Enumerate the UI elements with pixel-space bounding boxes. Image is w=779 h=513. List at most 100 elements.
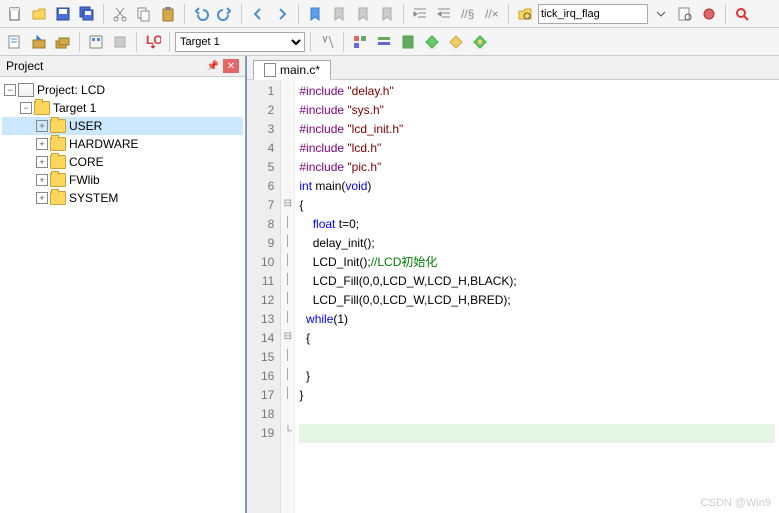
find-icon[interactable] bbox=[674, 3, 696, 25]
watermark: CSDN @Win9 bbox=[701, 497, 771, 509]
separator bbox=[241, 4, 242, 24]
manage-rte-icon[interactable] bbox=[469, 31, 491, 53]
batch-build-icon[interactable] bbox=[85, 31, 107, 53]
bookmark-prev-icon[interactable] bbox=[328, 3, 350, 25]
search-combo[interactable] bbox=[538, 4, 648, 24]
editor-tab-main[interactable]: main.c* bbox=[253, 60, 331, 80]
manage-project-icon[interactable] bbox=[349, 31, 371, 53]
code-line[interactable]: int main(void) bbox=[299, 177, 775, 196]
save-all-icon[interactable] bbox=[76, 3, 98, 25]
stop-build-icon[interactable] bbox=[109, 31, 131, 53]
uncomment-icon[interactable]: //× bbox=[481, 3, 503, 25]
separator bbox=[136, 32, 137, 52]
build-icon[interactable] bbox=[28, 31, 50, 53]
undo-icon[interactable] bbox=[190, 3, 212, 25]
bookmark-toggle-icon[interactable] bbox=[304, 3, 326, 25]
code-line[interactable] bbox=[299, 405, 775, 424]
code-line[interactable]: while(1) bbox=[299, 310, 775, 329]
close-icon[interactable]: ✕ bbox=[223, 59, 239, 73]
tree-target[interactable]: − Target 1 bbox=[2, 99, 243, 117]
target-select[interactable]: Target 1 bbox=[175, 32, 305, 52]
tree-folder[interactable]: + CORE bbox=[2, 153, 243, 171]
copy-icon[interactable] bbox=[133, 3, 155, 25]
tree-label: CORE bbox=[69, 155, 104, 169]
tree-folder[interactable]: +FWlib bbox=[2, 171, 243, 189]
code-line[interactable]: #include "sys.h" bbox=[299, 101, 775, 120]
tree-label: Project: LCD bbox=[37, 83, 105, 97]
editor-panel: main.c* 12345678910111213141516171819 ⊟│… bbox=[247, 56, 779, 513]
diamond-green-icon[interactable] bbox=[421, 31, 443, 53]
redo-icon[interactable] bbox=[214, 3, 236, 25]
code-line[interactable]: LCD_Fill(0,0,LCD_W,LCD_H,BLACK); bbox=[299, 272, 775, 291]
bookmark-next-icon[interactable] bbox=[352, 3, 374, 25]
code-line[interactable]: { bbox=[299, 329, 775, 348]
tree-folder[interactable]: +SYSTEM bbox=[2, 189, 243, 207]
toolbar-build: LOAD Target 1 bbox=[0, 28, 779, 56]
code-line[interactable]: { bbox=[299, 196, 775, 215]
diamond-yellow-icon[interactable] bbox=[445, 31, 467, 53]
folder-icon bbox=[50, 155, 66, 169]
code-area[interactable]: #include "delay.h"#include "sys.h"#inclu… bbox=[295, 80, 779, 513]
bookmark-clear-icon[interactable] bbox=[376, 3, 398, 25]
nav-forward-icon[interactable] bbox=[271, 3, 293, 25]
expand-icon[interactable]: + bbox=[36, 120, 48, 132]
tree-folder[interactable]: +USER bbox=[2, 117, 243, 135]
nav-back-icon[interactable] bbox=[247, 3, 269, 25]
tree-folder[interactable]: +HARDWARE bbox=[2, 135, 243, 153]
code-line[interactable]: } bbox=[299, 367, 775, 386]
code-line[interactable]: #include "lcd_init.h" bbox=[299, 120, 775, 139]
cut-icon[interactable] bbox=[109, 3, 131, 25]
pin-icon[interactable]: 📌 bbox=[205, 59, 221, 73]
code-line[interactable]: #include "pic.h" bbox=[299, 158, 775, 177]
expand-icon[interactable]: + bbox=[36, 174, 48, 186]
line-gutter: 12345678910111213141516171819 bbox=[247, 80, 281, 513]
download-icon[interactable]: LOAD bbox=[142, 31, 164, 53]
separator bbox=[169, 32, 170, 52]
folder-icon bbox=[50, 191, 66, 205]
code-line[interactable]: #include "lcd.h" bbox=[299, 139, 775, 158]
project-tree[interactable]: − Project: LCD − Target 1 +USER+HARDWARE… bbox=[0, 77, 245, 513]
paste-icon[interactable] bbox=[157, 3, 179, 25]
separator bbox=[103, 4, 104, 24]
code-line[interactable]: LCD_Fill(0,0,LCD_W,LCD_H,BRED); bbox=[299, 291, 775, 310]
fold-column[interactable]: ⊟││││││⊟│││└ bbox=[281, 80, 295, 513]
tree-project-root[interactable]: − Project: LCD bbox=[2, 81, 243, 99]
svg-text://×: //× bbox=[485, 7, 499, 21]
indent-icon[interactable] bbox=[409, 3, 431, 25]
folder-icon bbox=[50, 119, 66, 133]
dropdown-icon[interactable] bbox=[650, 3, 672, 25]
expand-icon[interactable]: − bbox=[4, 84, 16, 96]
project-panel: Project 📌 ✕ − Project: LCD − Target 1 +U… bbox=[0, 56, 247, 513]
expand-icon[interactable]: + bbox=[36, 138, 48, 150]
options-icon[interactable] bbox=[316, 31, 338, 53]
code-line[interactable] bbox=[299, 424, 775, 443]
translate-icon[interactable] bbox=[4, 31, 26, 53]
outdent-icon[interactable] bbox=[433, 3, 455, 25]
expand-icon[interactable]: + bbox=[36, 156, 48, 168]
code-line[interactable]: } bbox=[299, 386, 775, 405]
toolbar-main: //§ //× bbox=[0, 0, 779, 28]
new-file-icon[interactable] bbox=[4, 3, 26, 25]
debug-icon[interactable] bbox=[698, 3, 720, 25]
code-editor[interactable]: 12345678910111213141516171819 ⊟││││││⊟││… bbox=[247, 80, 779, 513]
open-file-icon[interactable] bbox=[28, 3, 50, 25]
separator bbox=[310, 32, 311, 52]
find-in-files-icon[interactable] bbox=[514, 3, 536, 25]
expand-icon[interactable]: − bbox=[20, 102, 32, 114]
save-icon[interactable] bbox=[52, 3, 74, 25]
manage-multi-icon[interactable] bbox=[373, 31, 395, 53]
comment-icon[interactable]: //§ bbox=[457, 3, 479, 25]
manage-books-icon[interactable] bbox=[397, 31, 419, 53]
code-line[interactable]: float t=0; bbox=[299, 215, 775, 234]
expand-icon[interactable]: + bbox=[36, 192, 48, 204]
code-line[interactable]: LCD_Init();//LCD初始化 bbox=[299, 253, 775, 272]
search-glass-icon[interactable] bbox=[731, 3, 753, 25]
separator bbox=[184, 4, 185, 24]
svg-text://§: //§ bbox=[461, 7, 474, 21]
folder-icon bbox=[50, 137, 66, 151]
code-line[interactable] bbox=[299, 348, 775, 367]
code-line[interactable]: delay_init(); bbox=[299, 234, 775, 253]
rebuild-icon[interactable] bbox=[52, 31, 74, 53]
tree-label: Target 1 bbox=[53, 101, 96, 115]
code-line[interactable]: #include "delay.h" bbox=[299, 82, 775, 101]
